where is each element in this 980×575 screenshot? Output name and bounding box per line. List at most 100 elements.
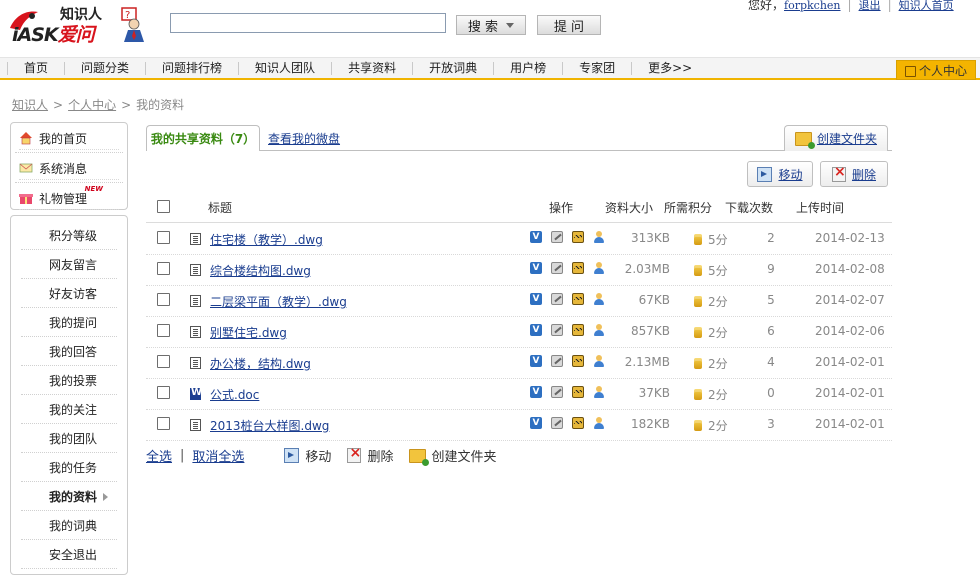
edit-icon[interactable] bbox=[551, 262, 563, 274]
row-checkbox[interactable] bbox=[157, 417, 170, 430]
nav-item[interactable]: 知识人团队 bbox=[239, 62, 333, 75]
logout-link[interactable]: 退出 bbox=[859, 0, 881, 12]
deselect-all-link[interactable]: 取消全选 bbox=[192, 446, 244, 465]
sidebar-item[interactable]: 我的任务 bbox=[21, 454, 117, 482]
sidebar-item[interactable]: 我的词典 bbox=[21, 512, 117, 540]
sidebar-item[interactable]: 我的关注 bbox=[21, 396, 117, 424]
sidebar-item-home[interactable]: 我的首页 bbox=[19, 127, 119, 150]
move-label[interactable]: 移动 bbox=[778, 166, 802, 183]
edit-icon[interactable] bbox=[551, 386, 563, 398]
view-icon[interactable]: V bbox=[530, 417, 542, 429]
file-size: 313KB bbox=[630, 231, 670, 245]
lock-icon[interactable] bbox=[572, 417, 584, 429]
sidebar-item[interactable]: 积分等级 bbox=[21, 222, 117, 250]
row-ops: V bbox=[530, 262, 614, 276]
sidebar-item[interactable]: 网友留言 bbox=[21, 251, 117, 279]
nav-item[interactable]: 用户榜 bbox=[494, 62, 564, 75]
delete-icon bbox=[347, 445, 362, 463]
view-icon[interactable]: V bbox=[530, 324, 542, 336]
nav-item[interactable]: 更多>> bbox=[632, 62, 708, 75]
lock-icon[interactable] bbox=[572, 386, 584, 398]
edit-icon[interactable] bbox=[551, 293, 563, 305]
row-checkbox[interactable] bbox=[157, 293, 170, 306]
chevron-right-icon bbox=[103, 492, 109, 501]
footer-create-folder-label: 创建文件夹 bbox=[431, 450, 497, 465]
view-icon[interactable]: V bbox=[530, 293, 542, 305]
file-title-link[interactable]: 办公楼，结构.dwg bbox=[210, 355, 311, 372]
breadcrumb-home[interactable]: 知识人 bbox=[12, 98, 48, 112]
chevron-down-icon[interactable] bbox=[506, 22, 515, 28]
file-title-link[interactable]: 别墅住宅.dwg bbox=[210, 324, 287, 341]
username-link[interactable]: forpkchen bbox=[784, 0, 841, 12]
sidebar-item-label: 我的首页 bbox=[39, 131, 88, 146]
sidebar-item[interactable]: 我的资料 bbox=[21, 483, 117, 511]
nav-item[interactable]: 专家团 bbox=[563, 62, 633, 75]
user-icon[interactable] bbox=[593, 386, 605, 398]
move-button[interactable]: 移动 bbox=[747, 161, 813, 187]
lock-icon[interactable] bbox=[572, 324, 584, 336]
select-all-checkbox[interactable] bbox=[157, 200, 170, 213]
edit-icon[interactable] bbox=[551, 231, 563, 243]
view-icon[interactable]: V bbox=[530, 262, 542, 274]
ask-button[interactable]: 提 问 bbox=[537, 15, 601, 35]
create-folder-button[interactable]: 创建文件夹 bbox=[784, 125, 888, 151]
row-checkbox[interactable] bbox=[157, 386, 170, 399]
edit-icon[interactable] bbox=[551, 417, 563, 429]
file-title-link[interactable]: 公式.doc bbox=[210, 386, 259, 403]
home-page-link[interactable]: 知识人首页 bbox=[899, 0, 954, 12]
site-logo[interactable]: 知识人 iASK爱问 ? bbox=[8, 2, 148, 48]
file-title-link[interactable]: 住宅楼（教学）.dwg bbox=[210, 231, 323, 248]
file-title-link[interactable]: 二层梁平面（教学）.dwg bbox=[210, 293, 347, 310]
tab-my-shared[interactable]: 我的共享资料（7） bbox=[146, 125, 260, 151]
sidebar-item[interactable]: 我的团队 bbox=[21, 425, 117, 453]
view-icon[interactable]: V bbox=[530, 231, 542, 243]
file-title-link[interactable]: 综合楼结构图.dwg bbox=[210, 262, 311, 279]
nav-item[interactable]: 共享资料 bbox=[332, 62, 414, 75]
tab-my-disk[interactable]: 查看我的微盘 bbox=[268, 130, 340, 147]
edit-icon[interactable] bbox=[551, 355, 563, 367]
lock-icon[interactable] bbox=[572, 231, 584, 243]
user-icon[interactable] bbox=[593, 293, 605, 305]
delete-label[interactable]: 删除 bbox=[852, 166, 876, 183]
download-count: 3 bbox=[767, 417, 775, 431]
sidebar-item[interactable]: 我的提问 bbox=[21, 309, 117, 337]
breadcrumb-center[interactable]: 个人中心 bbox=[68, 98, 116, 112]
footer-create-folder-button[interactable]: 创建文件夹 bbox=[409, 446, 497, 466]
user-icon[interactable] bbox=[593, 262, 605, 274]
file-title-link[interactable]: 2013桩台大样图.dwg bbox=[210, 417, 329, 434]
table-row: 综合楼结构图.dwg V 2.03MB 5分 9 2014-02-08 bbox=[146, 254, 892, 286]
file-size: 2.03MB bbox=[624, 262, 670, 276]
create-folder-label[interactable]: 创建文件夹 bbox=[817, 130, 877, 147]
nav-item[interactable]: 问题排行榜 bbox=[146, 62, 240, 75]
row-checkbox[interactable] bbox=[157, 324, 170, 337]
user-icon[interactable] bbox=[593, 231, 605, 243]
nav-item[interactable]: 问题分类 bbox=[65, 62, 147, 75]
sidebar-item[interactable]: 好友访客 bbox=[21, 280, 117, 308]
row-checkbox[interactable] bbox=[157, 231, 170, 244]
footer-delete-button[interactable]: 删除 bbox=[347, 445, 393, 465]
search-input[interactable] bbox=[170, 13, 446, 33]
nav-item[interactable]: 首页 bbox=[7, 62, 66, 75]
row-checkbox[interactable] bbox=[157, 355, 170, 368]
delete-button[interactable]: 删除 bbox=[820, 161, 888, 187]
select-all-link[interactable]: 全选 bbox=[146, 446, 172, 465]
nav-item[interactable]: 开放词典 bbox=[413, 62, 495, 75]
sidebar-item[interactable]: 我的投票 bbox=[21, 367, 117, 395]
edit-icon[interactable] bbox=[551, 324, 563, 336]
footer-move-button[interactable]: 移动 bbox=[284, 446, 331, 465]
search-button[interactable]: 搜 索 bbox=[456, 15, 526, 35]
row-checkbox[interactable] bbox=[157, 262, 170, 275]
sidebar-item-gifts[interactable]: 礼物管理 NEW bbox=[19, 185, 119, 210]
coin-icon bbox=[694, 358, 702, 369]
user-icon[interactable] bbox=[593, 355, 605, 367]
user-icon[interactable] bbox=[593, 324, 605, 336]
lock-icon[interactable] bbox=[572, 355, 584, 367]
user-icon[interactable] bbox=[593, 417, 605, 429]
lock-icon[interactable] bbox=[572, 293, 584, 305]
view-icon[interactable]: V bbox=[530, 386, 542, 398]
sidebar-item-messages[interactable]: 系统消息 bbox=[19, 157, 119, 180]
lock-icon[interactable] bbox=[572, 262, 584, 274]
user-center-button[interactable]: 个人中心 bbox=[896, 60, 976, 80]
view-icon[interactable]: V bbox=[530, 355, 542, 367]
sidebar-item[interactable]: 我的回答 bbox=[21, 338, 117, 366]
